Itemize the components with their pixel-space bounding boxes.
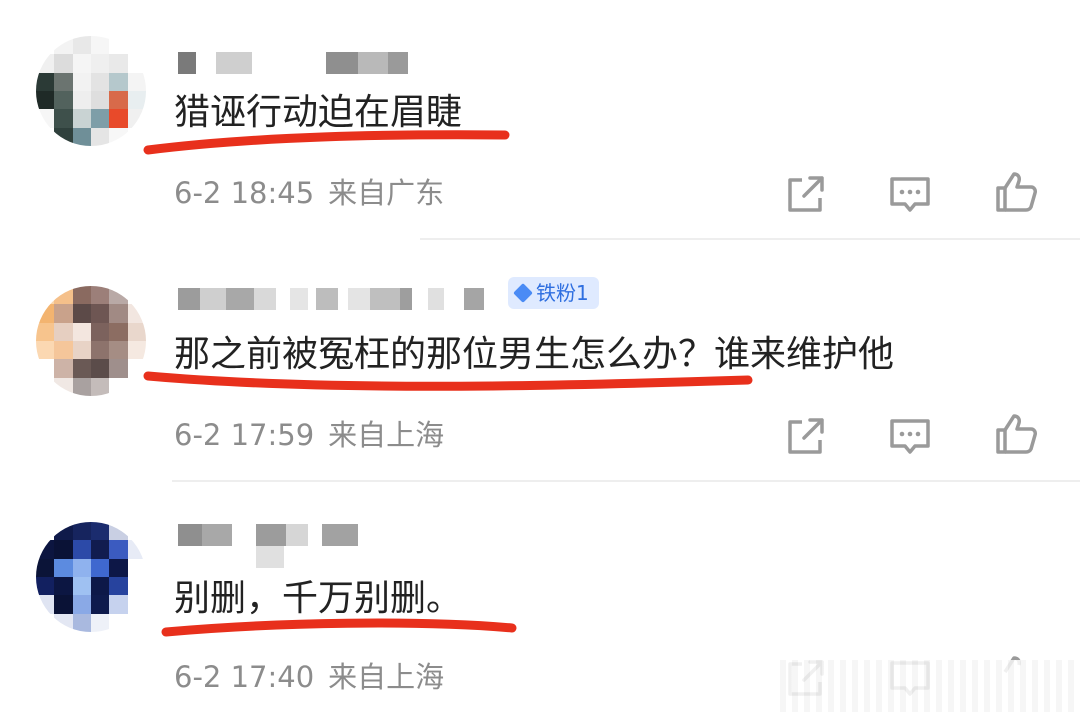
comment-location: 来自上海 <box>328 660 445 694</box>
overlay-strip <box>780 660 1080 712</box>
comment-meta: 6-2 17:40 来自上海 <box>174 660 444 694</box>
red-underline <box>161 618 517 637</box>
comment-date: 6-2 17:40 <box>174 660 315 694</box>
